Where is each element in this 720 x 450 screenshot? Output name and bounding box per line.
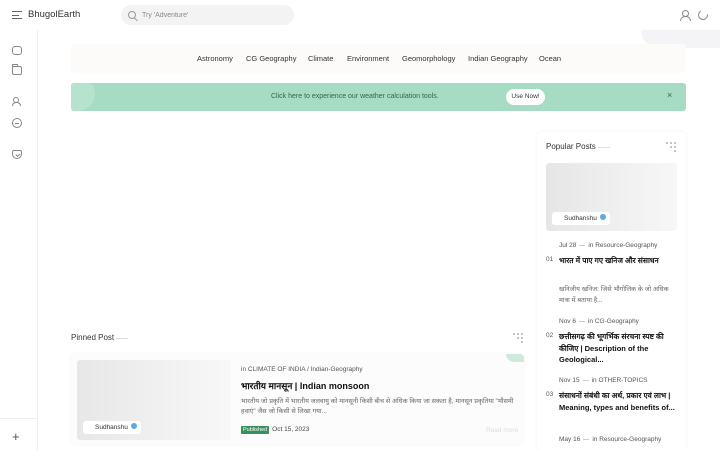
item-number: 01 bbox=[546, 256, 554, 263]
verified-icon bbox=[599, 214, 606, 221]
nav-item-ocean[interactable]: Ocean bbox=[539, 54, 561, 63]
top-header: BhugolEarth bbox=[0, 0, 720, 30]
nav-item-astronomy[interactable]: Astronomy bbox=[197, 54, 233, 63]
post-title[interactable]: भारतीय मानसून | Indian monsoon bbox=[241, 379, 369, 392]
folder-icon[interactable] bbox=[12, 64, 22, 75]
popular-posts-title: Popular Posts bbox=[546, 142, 596, 151]
menu-icon[interactable] bbox=[12, 11, 22, 19]
item-number: 03 bbox=[546, 391, 554, 398]
verified-icon bbox=[130, 423, 137, 430]
category-link[interactable]: OTHER-TOPICS bbox=[598, 377, 647, 384]
use-now-button[interactable]: Use Now! bbox=[506, 89, 545, 105]
author-name: Sudhanshu bbox=[564, 215, 597, 222]
home-icon[interactable] bbox=[12, 46, 22, 55]
popular-item-meta: Jul 28 in Resource-Geography bbox=[559, 242, 658, 249]
dark-mode-icon[interactable] bbox=[696, 8, 710, 22]
search-box[interactable] bbox=[121, 5, 294, 25]
popular-item-meta: Nov 15 in OTHER-TOPICS bbox=[559, 377, 648, 384]
popular-item-meta: Nov 6 in CG-Geography bbox=[559, 318, 639, 325]
category-link[interactable]: Resource-Geography bbox=[595, 242, 657, 249]
post-meta: Published Oct 15, 2023 bbox=[241, 426, 309, 434]
user-icon[interactable] bbox=[680, 10, 691, 21]
popular-item-meta: May 16 in Resource-Geography bbox=[559, 436, 662, 443]
left-sidebar: + bbox=[0, 30, 38, 450]
category-link[interactable]: CG-Geography bbox=[595, 318, 639, 325]
nav-item-environment[interactable]: Environment bbox=[347, 54, 389, 63]
nav-item-climate[interactable]: Climate bbox=[308, 54, 333, 63]
author-badge[interactable]: Sudhanshu bbox=[552, 212, 610, 225]
category-nav: Astronomy CG Geography Climate Environme… bbox=[71, 44, 686, 73]
banner-decor bbox=[71, 83, 95, 111]
shield-icon[interactable] bbox=[12, 150, 22, 159]
popular-item-title[interactable]: भारत में पाए गए खनिज और संसाधन bbox=[559, 255, 679, 267]
promo-banner: Click here to experience our weather cal… bbox=[71, 83, 686, 111]
author-name: Sudhanshu bbox=[95, 424, 128, 431]
search-input[interactable] bbox=[142, 9, 282, 21]
close-icon[interactable]: × bbox=[667, 91, 672, 100]
search-icon bbox=[128, 11, 136, 19]
site-brand[interactable]: BhugolEarth bbox=[28, 9, 80, 20]
title-divider bbox=[598, 147, 610, 148]
grip-icon bbox=[513, 333, 523, 343]
author-badge[interactable]: Sudhanshu bbox=[83, 421, 141, 434]
minus-circle-icon[interactable] bbox=[12, 118, 22, 128]
category-link[interactable]: Resource-Geography bbox=[599, 436, 661, 443]
grip-icon bbox=[666, 142, 676, 152]
users-icon[interactable] bbox=[12, 97, 22, 106]
nav-item-geomorphology[interactable]: Geomorphology bbox=[402, 54, 455, 63]
item-number: 02 bbox=[546, 332, 554, 339]
title-divider bbox=[116, 338, 128, 339]
banner-text: Click here to experience our weather cal… bbox=[271, 93, 439, 100]
plus-icon[interactable]: + bbox=[12, 430, 20, 443]
post-excerpt: भारतीय जो प्रकृति में भारतीय जलवायु को म… bbox=[241, 398, 514, 415]
category-link[interactable]: CLIMATE OF INDIA / Indian-Geography bbox=[248, 366, 363, 373]
nav-item-cg-geography[interactable]: CG Geography bbox=[246, 54, 296, 63]
post-category: in CLIMATE OF INDIA / Indian-Geography bbox=[241, 366, 363, 373]
pinned-post-title: Pinned Post bbox=[71, 333, 115, 342]
read-more-link[interactable]: Read more bbox=[486, 427, 518, 434]
popular-item-title[interactable]: संसाधनों संबंधी का अर्थ, प्रकार एवं लाभ … bbox=[559, 390, 679, 413]
popular-item-excerpt: खनिजीय खनिज: जिसे भौगोलिक के जो अधिक मात… bbox=[559, 286, 669, 304]
status-badge: Published bbox=[241, 426, 270, 434]
sidebar-bottom: + bbox=[0, 418, 38, 450]
post-date: Oct 15, 2023 bbox=[272, 426, 310, 433]
popular-item-title[interactable]: छत्तीसगढ़ की भूगर्भिक संरचना स्पष्ट की क… bbox=[559, 331, 679, 366]
nav-item-indian-geography[interactable]: Indian Geography bbox=[468, 54, 528, 63]
